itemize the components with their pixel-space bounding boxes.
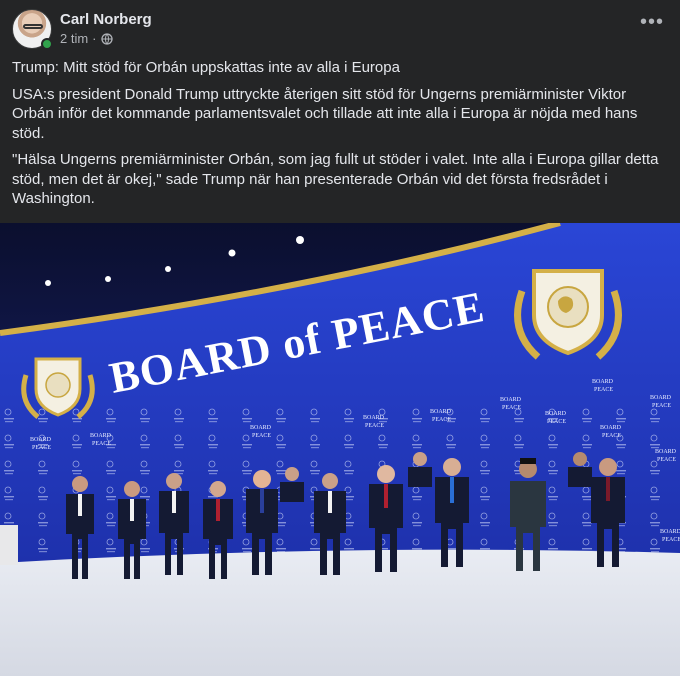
svg-text:BOARD: BOARD: [660, 529, 680, 535]
svg-text:PEACE: PEACE: [365, 423, 384, 429]
post-meta: 2 tim ·: [60, 31, 113, 46]
post-quote-paragraph: "Hälsa Ungerns premiärminister Orbán, so…: [12, 151, 659, 207]
svg-text:BOARD: BOARD: [250, 425, 272, 431]
svg-text:BOARD: BOARD: [600, 425, 622, 431]
author-name[interactable]: Carl Norberg: [60, 11, 152, 28]
post-timestamp[interactable]: 2 tim: [60, 31, 88, 46]
svg-text:PEACE: PEACE: [602, 433, 621, 439]
svg-text:BOARD: BOARD: [655, 449, 677, 455]
post-text: Trump: Mitt stöd för Orbán uppskattas in…: [12, 58, 660, 216]
svg-text:PEACE: PEACE: [662, 537, 680, 543]
svg-text:PEACE: PEACE: [547, 419, 566, 425]
svg-text:PEACE: PEACE: [657, 457, 676, 463]
svg-text:PEACE: PEACE: [252, 433, 271, 439]
svg-text:BOARD: BOARD: [30, 437, 52, 443]
facebook-post: Carl Norberg 2 tim · ••• Trump: Mitt stö…: [0, 0, 680, 676]
svg-text:PEACE: PEACE: [32, 445, 51, 451]
online-status-indicator: [41, 38, 53, 50]
svg-text:BOARD: BOARD: [430, 409, 452, 415]
svg-text:PEACE: PEACE: [432, 417, 451, 423]
board-of-peace-photo: BOARD of PEACE BOARD PEACE BOARD PEACE B…: [0, 223, 680, 676]
svg-text:BOARD: BOARD: [500, 397, 522, 403]
svg-text:PEACE: PEACE: [92, 441, 111, 447]
post-photo[interactable]: BOARD of PEACE BOARD PEACE BOARD PEACE B…: [0, 223, 680, 676]
more-options-button[interactable]: •••: [634, 12, 670, 37]
svg-text:BOARD: BOARD: [90, 433, 112, 439]
post-paragraph: USA:s president Donald Trump uttryckte å…: [12, 85, 638, 142]
svg-text:PEACE: PEACE: [594, 387, 613, 393]
svg-text:BOARD: BOARD: [650, 395, 672, 401]
svg-text:BOARD: BOARD: [592, 379, 614, 385]
post-header: Carl Norberg 2 tim · •••: [12, 9, 670, 50]
avatar-glasses: [23, 24, 43, 29]
post-headline: Trump: Mitt stöd för Orbán uppskattas in…: [12, 59, 400, 76]
globe-icon[interactable]: [100, 32, 113, 45]
svg-text:BOARD: BOARD: [363, 415, 385, 421]
svg-text:BOARD: BOARD: [545, 411, 567, 417]
meta-separator: ·: [92, 31, 97, 46]
empty-chair: [0, 525, 18, 565]
svg-text:PEACE: PEACE: [502, 405, 521, 411]
svg-text:PEACE: PEACE: [652, 403, 671, 409]
